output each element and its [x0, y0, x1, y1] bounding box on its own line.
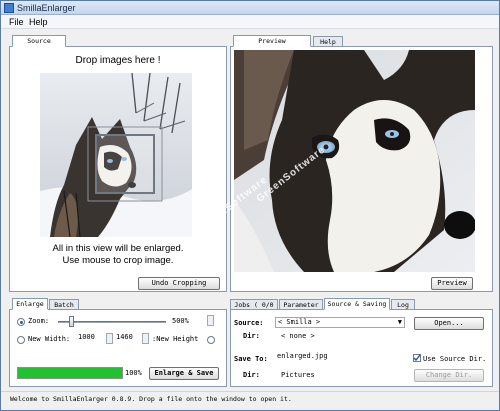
source-select-value: < Smilla >	[278, 318, 321, 326]
drop-images-text: Drop images here !	[75, 55, 161, 66]
zoom-slider-track[interactable]	[58, 321, 166, 323]
enlarge-panel: Zoom: 500% New Width: 1000 1460 :New Hei…	[9, 309, 227, 387]
source-label: Source:	[234, 319, 264, 327]
save-dir-label: Dir:	[243, 371, 260, 379]
menu-bar: File Help	[1, 15, 499, 29]
height-input[interactable]: 1460	[114, 333, 142, 344]
source-panel: Drop images here ! All in this view will…	[9, 46, 227, 292]
preview-button[interactable]: Preview	[431, 277, 473, 290]
save-to-label: Save To:	[234, 355, 268, 363]
window-title: SmillaEnlarger	[17, 3, 76, 13]
source-dir-label: Dir:	[243, 332, 260, 340]
menu-file[interactable]: File	[9, 17, 24, 27]
chevron-down-icon: ▼	[397, 318, 402, 326]
new-height-radio[interactable]	[207, 336, 215, 344]
width-spinner[interactable]	[106, 333, 113, 344]
preview-panel: GreenSoftware GreenSoftware Preview	[197, 46, 493, 292]
app-window: SmillaEnlarger File Help Source Drop ima…	[0, 0, 500, 411]
enlarge-hint-line1: All in this view will be enlarged.	[52, 243, 184, 254]
change-dir-button[interactable]: Change Dir.	[414, 369, 484, 382]
zoom-value: 500%	[172, 317, 189, 325]
preview-image	[234, 50, 475, 272]
source-image[interactable]	[40, 73, 192, 237]
width-input[interactable]: 1000	[76, 333, 106, 344]
progress-fill	[18, 368, 122, 378]
menu-help[interactable]: Help	[29, 17, 48, 27]
source-saving-panel: Source: < Smilla > ▼ Open... Dir: < none…	[230, 309, 493, 387]
use-source-dir-checkbox[interactable]	[413, 354, 421, 362]
enlarge-save-button[interactable]: Enlarge & Save	[149, 367, 219, 380]
tab-source[interactable]: Source	[12, 35, 66, 47]
title-bar: SmillaEnlarger	[1, 1, 499, 15]
progress-label: 100%	[125, 369, 142, 377]
zoom-radio[interactable]	[17, 318, 25, 326]
new-width-radio[interactable]	[17, 336, 25, 344]
tab-preview[interactable]: Preview	[233, 35, 311, 47]
use-source-dir-label: Use Source Dir.	[423, 355, 487, 363]
zoom-spinner[interactable]	[207, 315, 214, 326]
zoom-label: Zoom:	[28, 317, 50, 325]
status-bar: Welcome to SmillaEnlarger 0.8.9. Drop a …	[1, 391, 499, 410]
source-select[interactable]: < Smilla > ▼	[275, 317, 405, 328]
new-height-label: :New Height	[152, 335, 199, 343]
save-dir-value: Pictures	[281, 371, 315, 379]
source-dir-value: < none >	[281, 332, 315, 340]
tab-source-saving[interactable]: Source & Saving	[324, 298, 390, 310]
height-spinner[interactable]	[142, 333, 149, 344]
undo-cropping-button[interactable]: Undo Cropping	[138, 277, 220, 290]
enlarge-hint-line2: Use mouse to crop image.	[62, 255, 174, 266]
save-to-input[interactable]: enlarged.jpg	[275, 352, 405, 363]
tab-enlarge[interactable]: Enlarge	[12, 298, 48, 310]
progress-bar	[17, 367, 123, 379]
app-icon	[4, 3, 14, 13]
check-icon	[413, 354, 421, 361]
open-button[interactable]: Open...	[414, 317, 484, 330]
new-width-label: New Width:	[28, 335, 71, 343]
status-text: Welcome to SmillaEnlarger 0.8.9. Drop a …	[10, 395, 292, 403]
zoom-slider-thumb[interactable]	[68, 316, 74, 327]
